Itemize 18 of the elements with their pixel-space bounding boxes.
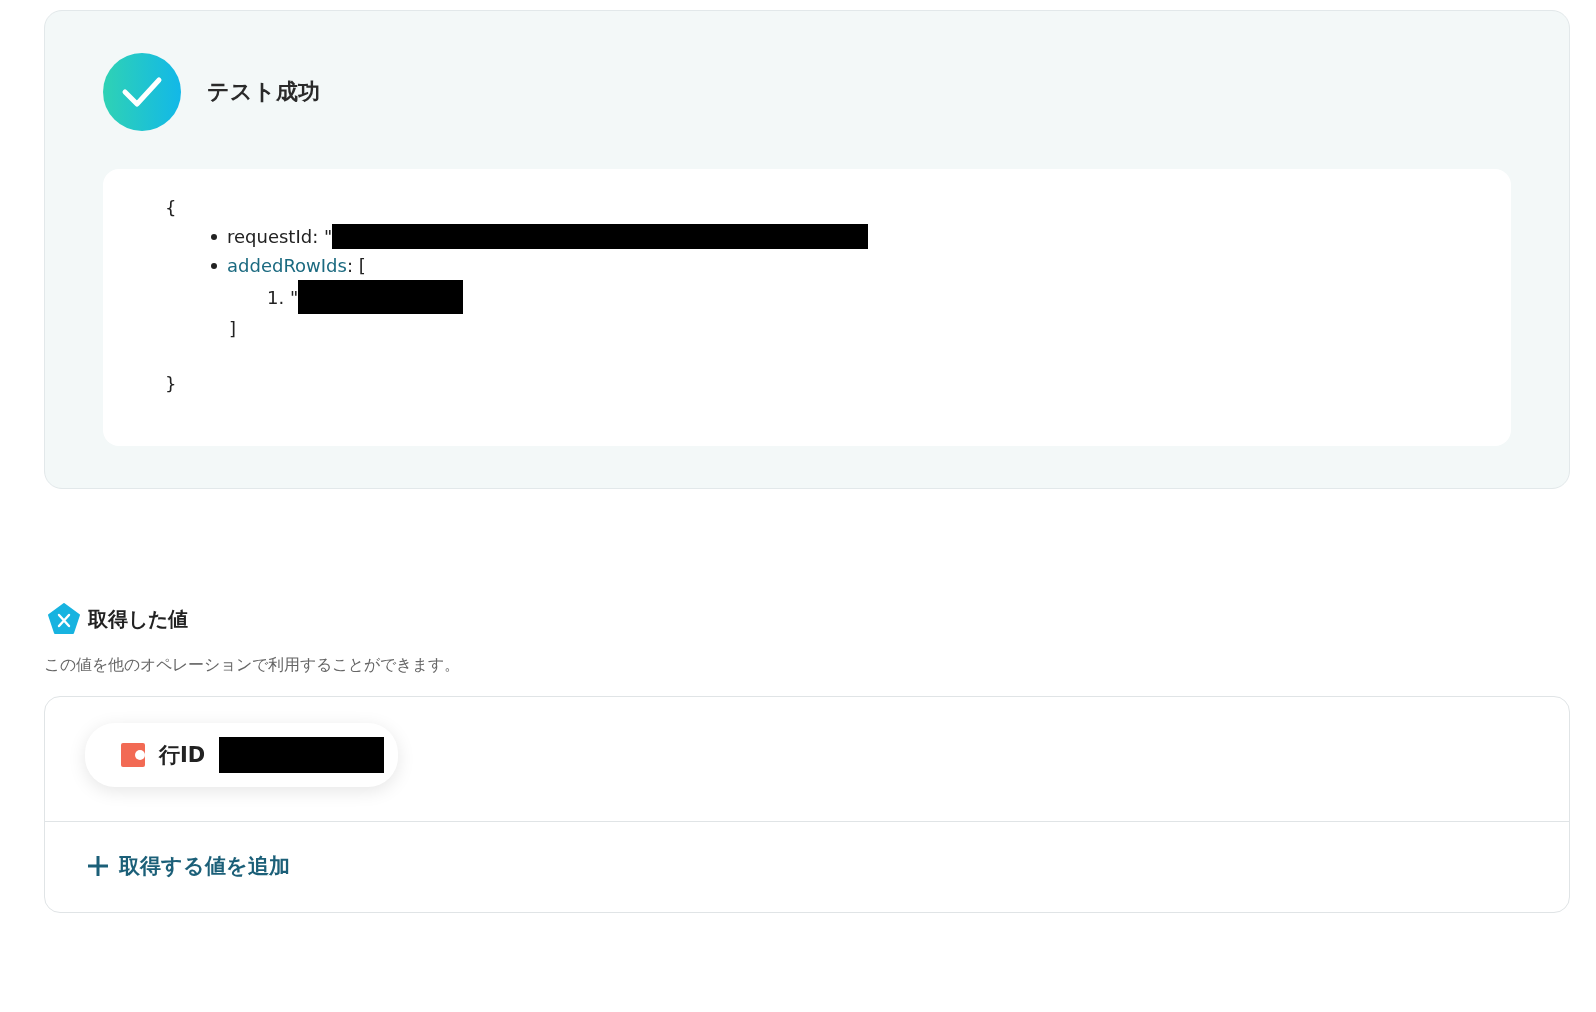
add-value-button[interactable]: 取得する値を追加 xyxy=(87,852,290,880)
json-key: requestId: " xyxy=(227,222,333,251)
bullet-icon xyxy=(211,233,217,240)
app-logo-icon xyxy=(121,743,145,767)
section-description: この値を他のオペレーションで利用することができます。 xyxy=(44,655,461,676)
json-brace: } xyxy=(165,372,178,396)
value-label: 行ID xyxy=(159,742,206,769)
json-array-item: 1. " xyxy=(267,285,299,310)
check-icon xyxy=(103,53,181,131)
json-brace: { xyxy=(165,196,178,220)
json-bracket: ] xyxy=(229,318,237,339)
json-key[interactable]: addedRowIds: [ xyxy=(227,251,366,280)
plus-icon xyxy=(87,855,109,877)
bullet-icon xyxy=(211,262,217,269)
section-title: 取得した値 xyxy=(88,605,188,633)
value-chip[interactable]: 行ID xyxy=(85,723,399,787)
variable-icon xyxy=(48,603,80,635)
result-title: テスト成功 xyxy=(207,78,320,106)
